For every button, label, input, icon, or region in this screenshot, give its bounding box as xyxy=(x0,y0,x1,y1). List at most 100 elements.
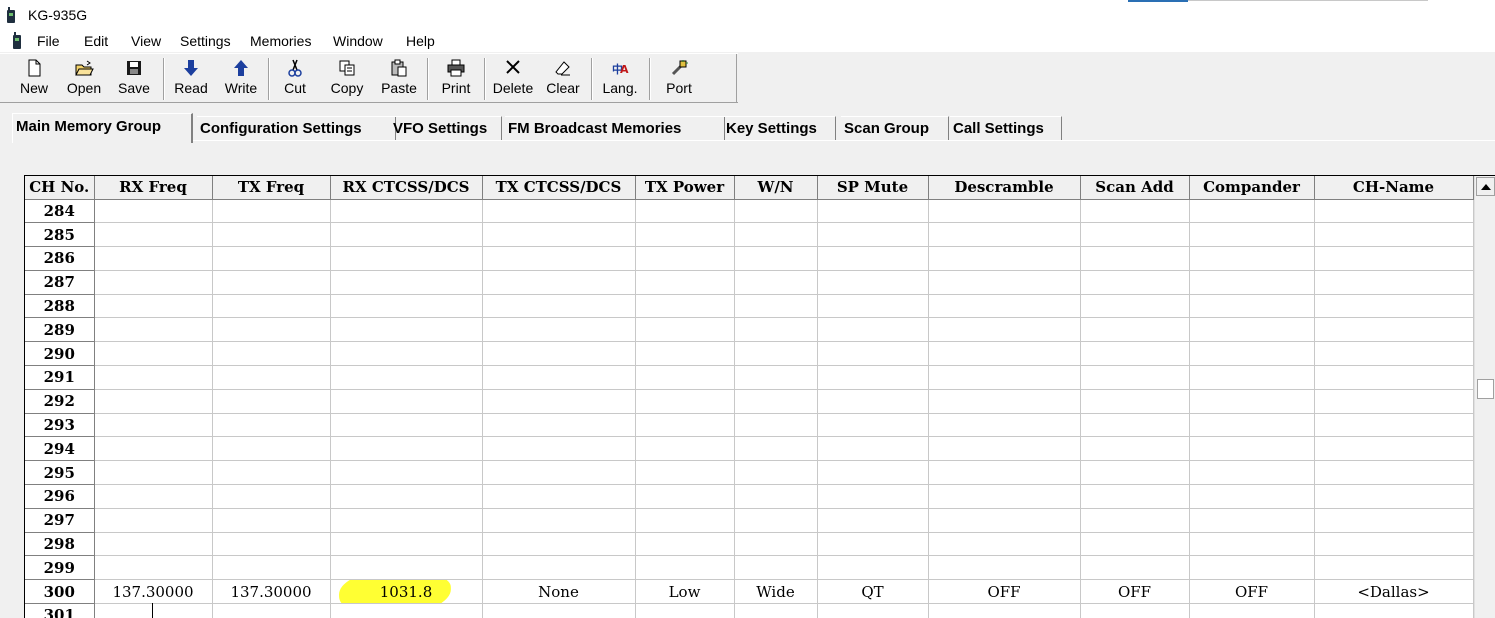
column-header-w-n[interactable]: W/N xyxy=(734,176,818,200)
column-header-ch-name[interactable]: CH-Name xyxy=(1314,176,1474,200)
cell-w-n[interactable] xyxy=(734,365,818,390)
cell-tx-power[interactable] xyxy=(635,222,735,248)
cell-tx-power[interactable]: Low xyxy=(635,579,735,605)
cell-tx-power[interactable] xyxy=(635,365,735,390)
cell-compander[interactable] xyxy=(1189,341,1315,367)
cell-tx-power[interactable] xyxy=(635,341,735,367)
cell-sp-mute[interactable] xyxy=(817,246,929,271)
cell-rx-ctcss-dcs[interactable] xyxy=(330,436,483,462)
cell-rx-freq[interactable] xyxy=(94,317,213,343)
tab-key-settings[interactable]: Key Settings xyxy=(723,116,836,140)
cell-tx-ctcss-dcs[interactable] xyxy=(482,532,636,557)
cell-rx-freq[interactable] xyxy=(94,413,213,438)
menu-help[interactable]: Help xyxy=(406,33,435,49)
cell-sp-mute[interactable]: QT xyxy=(817,579,929,605)
cell-compander[interactable] xyxy=(1189,270,1315,295)
cell-descramble[interactable] xyxy=(928,460,1081,486)
column-header-tx-power[interactable]: TX Power xyxy=(635,176,735,200)
cell-sp-mute[interactable] xyxy=(817,555,929,581)
cell-tx-freq[interactable] xyxy=(212,484,331,509)
cell-scan-add[interactable] xyxy=(1080,341,1190,367)
cell-scan-add[interactable] xyxy=(1080,413,1190,438)
cell-tx-ctcss-dcs[interactable] xyxy=(482,199,636,224)
tab-call-settings[interactable]: Call Settings xyxy=(950,116,1062,140)
menu-view[interactable]: View xyxy=(131,33,161,49)
menu-window[interactable]: Window xyxy=(333,33,383,49)
cell-tx-ctcss-dcs[interactable] xyxy=(482,508,636,533)
cell-compander[interactable] xyxy=(1189,317,1315,343)
cell-w-n[interactable] xyxy=(734,270,818,295)
column-header-ch-no[interactable]: CH No. xyxy=(25,176,95,200)
cell-tx-freq[interactable] xyxy=(212,389,331,414)
cell-ch-name[interactable] xyxy=(1314,317,1474,343)
column-header-tx-freq[interactable]: TX Freq xyxy=(212,176,331,200)
cell-sp-mute[interactable] xyxy=(817,508,929,533)
cell-sp-mute[interactable] xyxy=(817,270,929,295)
cell-ch-name[interactable]: <Dallas> xyxy=(1314,579,1474,605)
table-row[interactable]: 286 xyxy=(25,246,1474,271)
cell-w-n[interactable] xyxy=(734,341,818,367)
cell-scan-add[interactable] xyxy=(1080,460,1190,486)
cell-descramble[interactable] xyxy=(928,436,1081,462)
cell-compander[interactable] xyxy=(1189,413,1315,438)
table-row[interactable]: 299 xyxy=(25,555,1474,581)
cell-sp-mute[interactable] xyxy=(817,389,929,414)
new-button[interactable]: New xyxy=(14,58,54,100)
cell-tx-power[interactable] xyxy=(635,294,735,319)
cell-tx-power[interactable] xyxy=(635,389,735,414)
cell-tx-ctcss-dcs[interactable] xyxy=(482,270,636,295)
cell-compander[interactable] xyxy=(1189,389,1315,414)
cell-w-n[interactable] xyxy=(734,460,818,486)
cell-tx-ctcss-dcs[interactable] xyxy=(482,389,636,414)
cell-scan-add[interactable] xyxy=(1080,603,1190,618)
cell-rx-freq[interactable]: 137.30000 xyxy=(94,579,213,605)
table-row[interactable]: 301 xyxy=(25,603,1474,618)
cell-rx-ctcss-dcs[interactable] xyxy=(330,317,483,343)
table-row[interactable]: 287 xyxy=(25,270,1474,295)
table-row[interactable]: 296 xyxy=(25,484,1474,509)
cell-descramble[interactable] xyxy=(928,246,1081,271)
cell-scan-add[interactable] xyxy=(1080,365,1190,390)
cell-compander[interactable]: OFF xyxy=(1189,579,1315,605)
cell-ch-name[interactable] xyxy=(1314,389,1474,414)
cell-tx-ctcss-dcs[interactable] xyxy=(482,413,636,438)
table-row[interactable]: 289 xyxy=(25,317,1474,343)
cell-rx-freq[interactable] xyxy=(94,555,213,581)
delete-button[interactable]: Delete xyxy=(491,58,535,100)
cell-rx-ctcss-dcs[interactable] xyxy=(330,413,483,438)
menu-file[interactable]: File xyxy=(37,33,60,49)
vertical-scrollbar[interactable] xyxy=(1474,176,1495,618)
cell-w-n[interactable] xyxy=(734,199,818,224)
table-row[interactable]: 284 xyxy=(25,199,1474,224)
cell-descramble[interactable] xyxy=(928,199,1081,224)
cell-sp-mute[interactable] xyxy=(817,317,929,343)
cell-scan-add[interactable] xyxy=(1080,317,1190,343)
cell-rx-ctcss-dcs[interactable] xyxy=(330,484,483,509)
cell-w-n[interactable] xyxy=(734,555,818,581)
cell-descramble[interactable]: OFF xyxy=(928,579,1081,605)
cell-rx-ctcss-dcs[interactable]: 1031.8 xyxy=(330,579,483,605)
cell-tx-ctcss-dcs[interactable] xyxy=(482,246,636,271)
write-button[interactable]: Write xyxy=(221,58,261,100)
open-button[interactable]: Open xyxy=(62,58,106,100)
cell-descramble[interactable] xyxy=(928,341,1081,367)
cell-tx-freq[interactable] xyxy=(212,603,331,618)
cell-w-n[interactable]: Wide xyxy=(734,579,818,605)
cell-ch-name[interactable] xyxy=(1314,555,1474,581)
cell-sp-mute[interactable] xyxy=(817,222,929,248)
cell-descramble[interactable] xyxy=(928,270,1081,295)
cell-descramble[interactable] xyxy=(928,294,1081,319)
cell-tx-power[interactable] xyxy=(635,246,735,271)
radio-app-icon[interactable] xyxy=(12,32,22,49)
cell-tx-freq[interactable] xyxy=(212,199,331,224)
cell-compander[interactable] xyxy=(1189,246,1315,271)
cell-rx-freq[interactable] xyxy=(94,603,213,618)
scroll-up-arrow-icon[interactable] xyxy=(1476,177,1495,196)
column-header-compander[interactable]: Compander xyxy=(1189,176,1315,200)
cell-rx-ctcss-dcs[interactable] xyxy=(330,270,483,295)
cell-rx-freq[interactable] xyxy=(94,389,213,414)
cell-tx-ctcss-dcs[interactable] xyxy=(482,222,636,248)
table-row[interactable]: 297 xyxy=(25,508,1474,533)
cell-compander[interactable] xyxy=(1189,460,1315,486)
cell-rx-ctcss-dcs[interactable] xyxy=(330,341,483,367)
